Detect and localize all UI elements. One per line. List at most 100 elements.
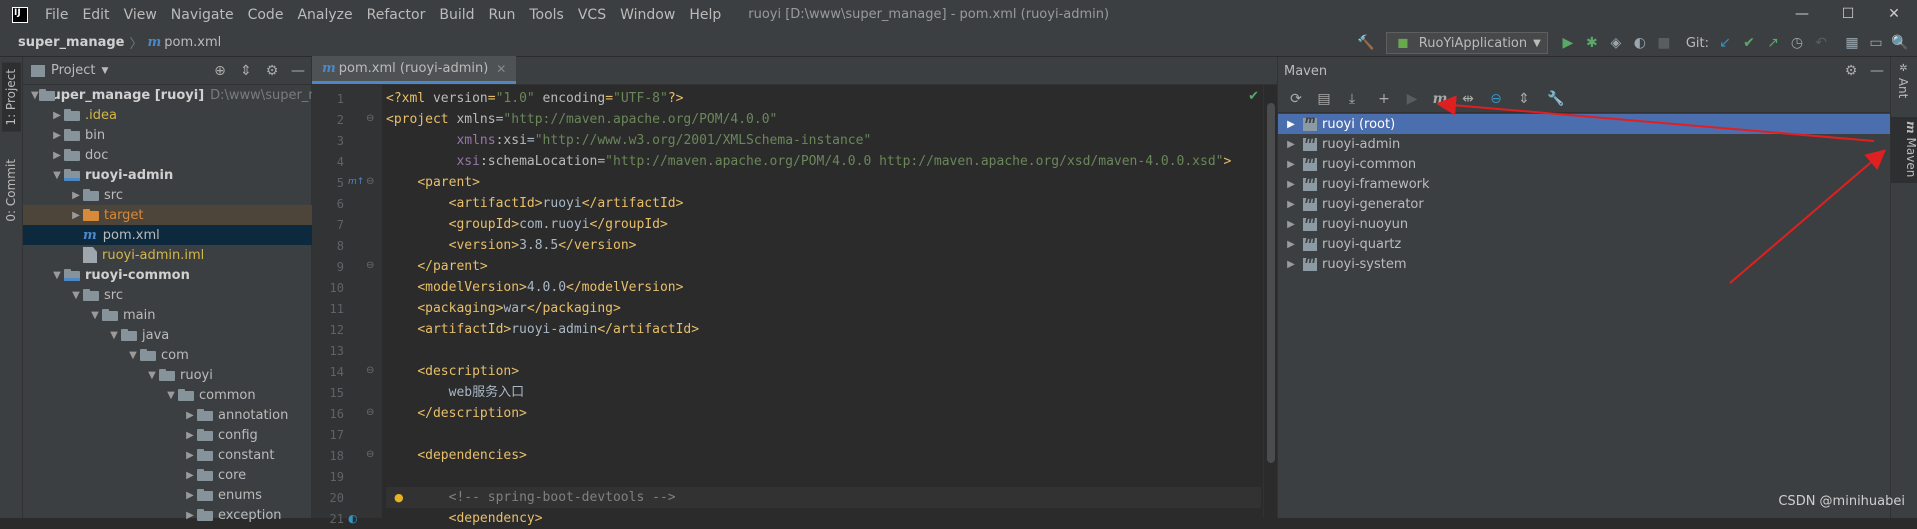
project-tool-tab[interactable]: 1: Project xyxy=(2,63,21,132)
chevron-down-icon[interactable]: ▼ xyxy=(50,170,64,181)
tree-item[interactable]: ▶ exception xyxy=(23,505,312,525)
git-history-icon[interactable]: ◷ xyxy=(1788,34,1806,52)
menu-help[interactable]: Help xyxy=(682,7,728,23)
tree-item[interactable]: m pom.xml xyxy=(23,225,312,245)
tree-item[interactable]: ▶ target xyxy=(23,205,312,225)
fold-marker-icon[interactable]: ⊖ xyxy=(366,176,374,187)
fold-marker-icon[interactable]: ⊖ xyxy=(366,449,374,460)
download-icon[interactable]: ⤓ xyxy=(1338,91,1366,107)
tree-item[interactable]: ▶ config xyxy=(23,425,312,445)
maven-project-item[interactable]: ▶ ruoyi-system xyxy=(1278,254,1891,274)
code-line[interactable]: xmlns:xsi="http://www.w3.org/2001/XMLSch… xyxy=(386,130,871,151)
tree-item[interactable]: ▶ enums xyxy=(23,485,312,505)
add-icon[interactable]: + xyxy=(1370,91,1398,107)
build-hammer-icon[interactable]: 🔨 xyxy=(1357,34,1375,52)
reload-icon[interactable]: ⟳ xyxy=(1282,91,1310,107)
fold-marker-icon[interactable]: ⊖ xyxy=(366,407,374,418)
maximize-button[interactable]: ☐ xyxy=(1825,0,1871,29)
menu-vcs[interactable]: VCS xyxy=(571,7,613,23)
hide-icon[interactable]: — xyxy=(1864,63,1890,79)
commit-tool-tab[interactable]: 0: Commit xyxy=(2,153,20,228)
chevron-right-icon[interactable]: ▶ xyxy=(183,450,197,461)
tree-item[interactable]: ruoyi-admin.iml xyxy=(23,245,312,265)
chevron-down-icon[interactable]: ▼ xyxy=(88,310,102,321)
tree-item[interactable]: ▶ core xyxy=(23,465,312,485)
code-line[interactable]: <modelVersion>4.0.0</modelVersion> xyxy=(386,277,683,298)
tree-item[interactable]: ▼ src xyxy=(23,285,312,305)
maven-tool-tab[interactable]: m Maven xyxy=(1891,117,1917,184)
code-line[interactable]: <dependency> xyxy=(386,508,543,529)
menu-run[interactable]: Run xyxy=(482,7,523,23)
code-line[interactable]: <version>3.8.5</version> xyxy=(386,235,637,256)
chevron-down-icon[interactable]: ▼ xyxy=(69,290,83,301)
chevron-right-icon[interactable]: ▶ xyxy=(1284,139,1298,150)
search-icon[interactable]: 🔍 xyxy=(1891,34,1909,52)
tree-item[interactable]: ▼ ruoyi-common xyxy=(23,265,312,285)
chevron-down-icon[interactable]: ▼ xyxy=(101,66,108,76)
chevron-right-icon[interactable]: ▶ xyxy=(1284,259,1298,270)
maven-project-item[interactable]: ▶ ruoyi-admin xyxy=(1278,134,1891,154)
code-line[interactable]: xsi:schemaLocation="http://maven.apache.… xyxy=(386,151,1231,172)
maven-project-item[interactable]: ▶ ruoyi-common xyxy=(1278,154,1891,174)
fold-marker-icon[interactable]: ⊖ xyxy=(366,260,374,271)
profile-icon[interactable]: ◐ xyxy=(1631,34,1649,52)
menu-navigate[interactable]: Navigate xyxy=(164,7,241,23)
tree-item[interactable]: ▼ ruoyi xyxy=(23,365,312,385)
menu-file[interactable]: File xyxy=(38,7,75,23)
chevron-right-icon[interactable]: ▶ xyxy=(1284,159,1298,170)
chevron-down-icon[interactable]: ▼ xyxy=(126,350,140,361)
lightbulb-icon[interactable]: ● xyxy=(394,491,404,504)
code-line[interactable]: <artifactId>ruoyi-admin</artifactId> xyxy=(386,319,699,340)
fold-marker-icon[interactable]: ⊖ xyxy=(366,113,374,124)
presentation-icon[interactable]: ▭ xyxy=(1867,34,1885,52)
menu-build[interactable]: Build xyxy=(432,7,481,23)
execute-maven-goal-icon[interactable]: m xyxy=(1426,91,1454,107)
ant-tool-tab[interactable]: ✲ Ant xyxy=(1896,63,1910,98)
skip-tests-icon[interactable]: ⊖ xyxy=(1482,91,1510,107)
chevron-right-icon[interactable]: ▶ xyxy=(1284,119,1298,130)
git-commit-icon[interactable]: ✔ xyxy=(1740,34,1758,52)
git-push-icon[interactable]: ↗ xyxy=(1764,34,1782,52)
menu-window[interactable]: Window xyxy=(613,7,682,23)
breadcrumb-file[interactable]: pom.xml xyxy=(164,35,221,50)
code-line[interactable]: <groupId>com.ruoyi</groupId> xyxy=(386,214,668,235)
coverage-icon[interactable]: ◈ xyxy=(1607,34,1625,52)
menu-edit[interactable]: Edit xyxy=(75,7,116,23)
maven-project-item[interactable]: ▶ ruoyi-generator xyxy=(1278,194,1891,214)
editor-tab-pom[interactable]: m pom.xml (ruoyi-admin) ✕ xyxy=(312,56,517,84)
code-line[interactable]: <?xml version="1.0" encoding="UTF-8"?> xyxy=(386,88,683,109)
run-maven-build-icon[interactable]: ▶ xyxy=(1398,91,1426,107)
git-update-icon[interactable]: ↙ xyxy=(1716,34,1734,52)
code-line[interactable]: </description> xyxy=(386,403,527,424)
debug-icon[interactable]: ✱ xyxy=(1583,34,1601,52)
code-line[interactable]: <project xmlns="http://maven.apache.org/… xyxy=(386,109,777,130)
close-window-button[interactable]: ✕ xyxy=(1871,0,1917,29)
chevron-right-icon[interactable]: ▶ xyxy=(50,110,64,121)
code-line[interactable]: <!-- spring-boot-devtools --> xyxy=(386,487,1261,508)
editor-scrollbar-thumb[interactable] xyxy=(1267,103,1275,463)
chevron-right-icon[interactable]: ▶ xyxy=(1284,219,1298,230)
tree-item[interactable]: ▼ common xyxy=(23,385,312,405)
project-view-title[interactable]: Project xyxy=(51,63,95,78)
code-line[interactable]: <parent> xyxy=(386,172,480,193)
code-line[interactable]: web服务入口 xyxy=(386,382,524,403)
breadcrumb-project[interactable]: super_manage xyxy=(18,35,125,50)
menu-refactor[interactable]: Refactor xyxy=(360,7,433,23)
tree-item[interactable]: ▶ doc xyxy=(23,145,312,165)
tree-item[interactable]: ▶ annotation xyxy=(23,405,312,425)
tree-item[interactable]: ▼ main xyxy=(23,305,312,325)
chevron-right-icon[interactable]: ▶ xyxy=(183,430,197,441)
tree-item[interactable]: ▼ ruoyi-admin xyxy=(23,165,312,185)
dependency-gutter-icon[interactable]: ◐ xyxy=(348,512,358,525)
run-configuration-select[interactable]: ◼ RuoYiApplication ▼ xyxy=(1385,32,1548,54)
menu-analyze[interactable]: Analyze xyxy=(290,7,359,23)
chevron-right-icon[interactable]: ▶ xyxy=(50,130,64,141)
chevron-right-icon[interactable]: ▶ xyxy=(1284,239,1298,250)
hide-icon[interactable]: — xyxy=(285,63,311,79)
toggle-offline-icon[interactable]: ⇹ xyxy=(1454,91,1482,107)
minimize-button[interactable]: — xyxy=(1779,0,1825,29)
code-line[interactable]: <packaging>war</packaging> xyxy=(386,298,621,319)
code-line[interactable]: <dependencies> xyxy=(386,445,527,466)
maven-settings-wrench-icon[interactable]: 🔧 xyxy=(1542,91,1570,107)
tree-item[interactable]: ▶ .idea xyxy=(23,105,312,125)
